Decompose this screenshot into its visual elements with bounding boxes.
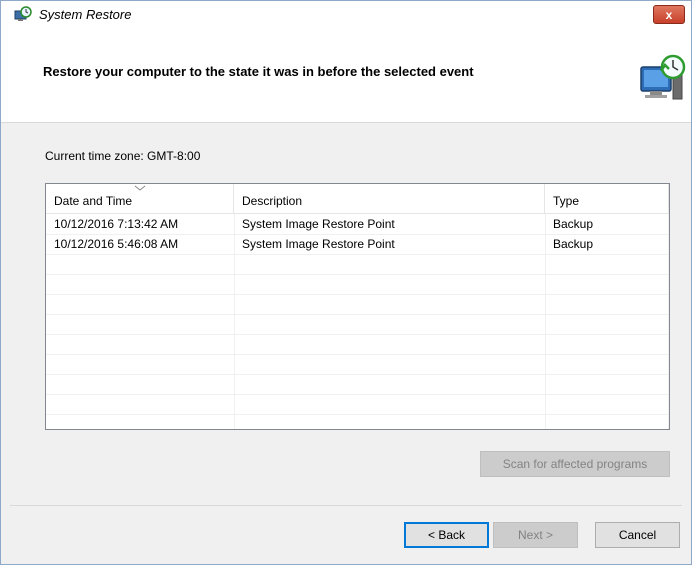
scan-affected-programs-button[interactable]: Scan for affected programs (480, 451, 670, 477)
cell-date: 10/12/2016 5:46:08 AM (54, 237, 179, 251)
title-bar[interactable]: System Restore x (1, 1, 691, 29)
cell-date: 10/12/2016 7:13:42 AM (54, 217, 179, 231)
cancel-button[interactable]: Cancel (595, 522, 680, 548)
close-icon: x (665, 7, 673, 22)
empty-row (46, 375, 669, 395)
system-restore-icon (14, 6, 32, 21)
next-button[interactable]: Next > (493, 522, 578, 548)
empty-row (46, 355, 669, 375)
empty-row (46, 295, 669, 315)
empty-row (46, 275, 669, 295)
column-label: Type (553, 194, 580, 208)
button-label: < Back (427, 528, 466, 542)
cell-description: System Image Restore Point (242, 217, 395, 231)
cell-type: Backup (553, 237, 594, 251)
column-type[interactable]: Type (545, 184, 669, 214)
cell-description: System Image Restore Point (242, 237, 395, 251)
cell-type: Backup (553, 217, 594, 231)
empty-row (46, 315, 669, 335)
button-label: Cancel (618, 528, 657, 542)
system-restore-window: System Restore x Restore your computer t… (0, 0, 692, 565)
button-label: Scan for affected programs (502, 457, 648, 471)
close-button[interactable]: x (653, 5, 685, 24)
column-date-time[interactable]: Date and Time (46, 184, 234, 214)
column-description[interactable]: Description (234, 184, 545, 214)
restore-points-list[interactable]: Date and Time Description Type 10/12/201… (45, 183, 670, 430)
computer-clock-icon (640, 54, 686, 100)
page-title: Restore your computer to the state it wa… (43, 64, 474, 79)
empty-row (46, 395, 669, 415)
button-label: Next > (517, 528, 553, 542)
table-row[interactable]: 10/12/2016 7:13:42 AM System Image Resto… (46, 215, 669, 235)
timezone-label: Current time zone: GMT-8:00 (45, 149, 201, 163)
wizard-header: Restore your computer to the state it wa… (1, 29, 691, 123)
empty-row (46, 255, 669, 275)
column-label: Date and Time (54, 194, 133, 208)
chevron-down-icon (134, 185, 146, 191)
back-button[interactable]: < Back (404, 522, 489, 548)
footer-divider (10, 505, 682, 506)
table-row[interactable]: 10/12/2016 5:46:08 AM System Image Resto… (46, 235, 669, 255)
list-header: Date and Time Description Type (46, 184, 669, 214)
window-title: System Restore (39, 7, 132, 22)
empty-row (46, 335, 669, 355)
column-label: Description (242, 194, 303, 208)
